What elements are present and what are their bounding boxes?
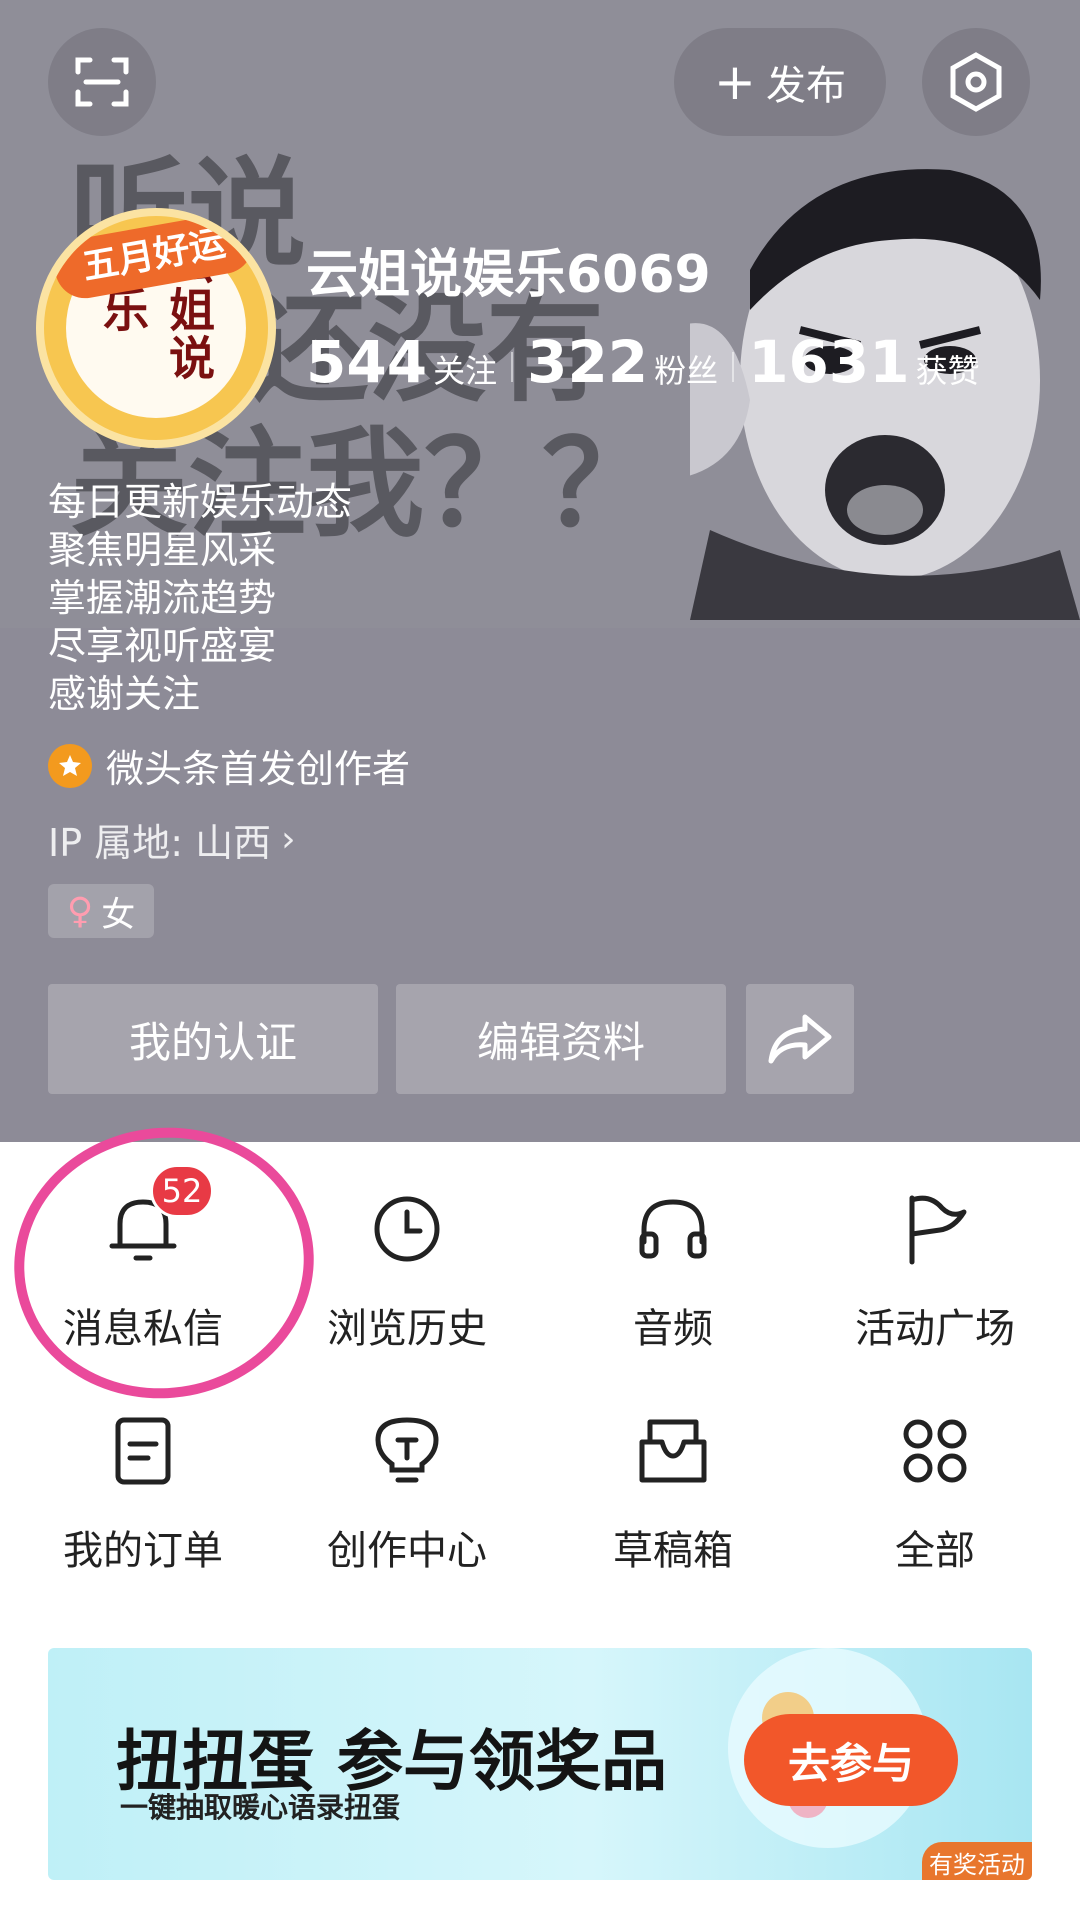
plus-icon: + (714, 53, 756, 111)
flag-icon (890, 1184, 980, 1274)
grid-item-audio[interactable]: 音频 (538, 1142, 808, 1352)
bio-line: 聚焦明星风采 (48, 528, 277, 572)
publish-button[interactable]: + 发布 (674, 28, 886, 136)
following-label[interactable]: 关注 (433, 346, 497, 392)
top-bar: + 发布 (0, 0, 1080, 170)
gender-tag: ♀ 女 (48, 884, 154, 938)
grid-item-label: 全部 (895, 1528, 975, 1574)
inbox-icon (628, 1406, 718, 1496)
username: 云姐说娱乐6069 (306, 245, 711, 305)
grid-item-label: 创作中心 (327, 1528, 487, 1574)
lightbulb-icon (362, 1406, 452, 1496)
grid-item-drafts[interactable]: 草稿箱 (538, 1364, 808, 1574)
document-icon (98, 1406, 188, 1496)
publish-label: 发布 (765, 63, 846, 109)
share-button[interactable] (746, 984, 854, 1094)
bio-line: 每日更新娱乐动态 (48, 480, 353, 524)
grid-item-all[interactable]: 全部 (800, 1364, 1070, 1574)
bio-line: 掌握潮流趋势 (48, 576, 277, 620)
scan-icon (75, 57, 129, 107)
chevron-right-icon: › (281, 819, 296, 860)
promo-tag: 有奖活动 (922, 1842, 1032, 1880)
female-icon: ♀ (66, 890, 94, 932)
bio-line: 尽享视听盛宴 (48, 624, 277, 668)
likes-count[interactable]: 1631 (748, 328, 909, 396)
settings-button[interactable] (922, 28, 1030, 136)
profile-stats: 544 关注 322 粉丝 1631 获赞 (306, 328, 980, 396)
following-count[interactable]: 544 (306, 328, 427, 396)
bio-line: 感谢关注 (48, 672, 201, 716)
avatar[interactable]: 云姐说娱乐 五月好运 (36, 208, 276, 448)
grid-item-label: 草稿箱 (613, 1528, 733, 1574)
likes-label[interactable]: 获赞 (916, 346, 980, 392)
followers-label[interactable]: 粉丝 (654, 346, 718, 392)
followers-count[interactable]: 322 (527, 328, 648, 396)
gender-label: 女 (101, 894, 136, 935)
grid-item-creator-center[interactable]: 创作中心 (272, 1364, 542, 1574)
ip-location[interactable]: IP 属地: 山西 › (48, 812, 296, 867)
join-button[interactable]: 去参与 (744, 1714, 958, 1806)
clock-icon (362, 1184, 452, 1274)
promo-banner[interactable]: 扭扭蛋 参与领奖品 一键抽取暖心语录扭蛋 去参与 有奖活动 (48, 1648, 1032, 1880)
promo-subtitle: 一键抽取暖心语录扭蛋 (120, 1791, 401, 1824)
ip-location-text: IP 属地: 山西 (48, 821, 272, 865)
scan-button[interactable] (48, 28, 156, 136)
creator-tag[interactable]: 微头条首发创作者 (48, 738, 410, 793)
grid-item-label: 浏览历史 (327, 1306, 487, 1352)
creator-label: 微头条首发创作者 (106, 747, 411, 791)
grid-item-label: 活动广场 (855, 1306, 1015, 1352)
grid-item-label: 音频 (633, 1306, 713, 1352)
headphones-icon (628, 1184, 718, 1274)
edit-profile-button[interactable]: 编辑资料 (396, 984, 726, 1094)
certify-button[interactable]: 我的认证 (48, 984, 378, 1094)
grid-icon (890, 1406, 980, 1496)
profile-header: 听说 还没有 关注我？？ + 发布 (0, 0, 1080, 1142)
grid-item-activity[interactable]: 活动广场 (800, 1142, 1070, 1352)
settings-hexagon-icon (950, 52, 1002, 112)
stat-divider (732, 352, 735, 382)
grid-item-label: 我的订单 (63, 1528, 223, 1574)
creator-badge-icon (48, 743, 92, 788)
stat-divider (511, 352, 514, 382)
bio: 每日更新娱乐动态 聚焦明星风采 掌握潮流趋势 尽享视听盛宴 感谢关注 (48, 478, 352, 718)
share-icon (768, 1014, 832, 1064)
